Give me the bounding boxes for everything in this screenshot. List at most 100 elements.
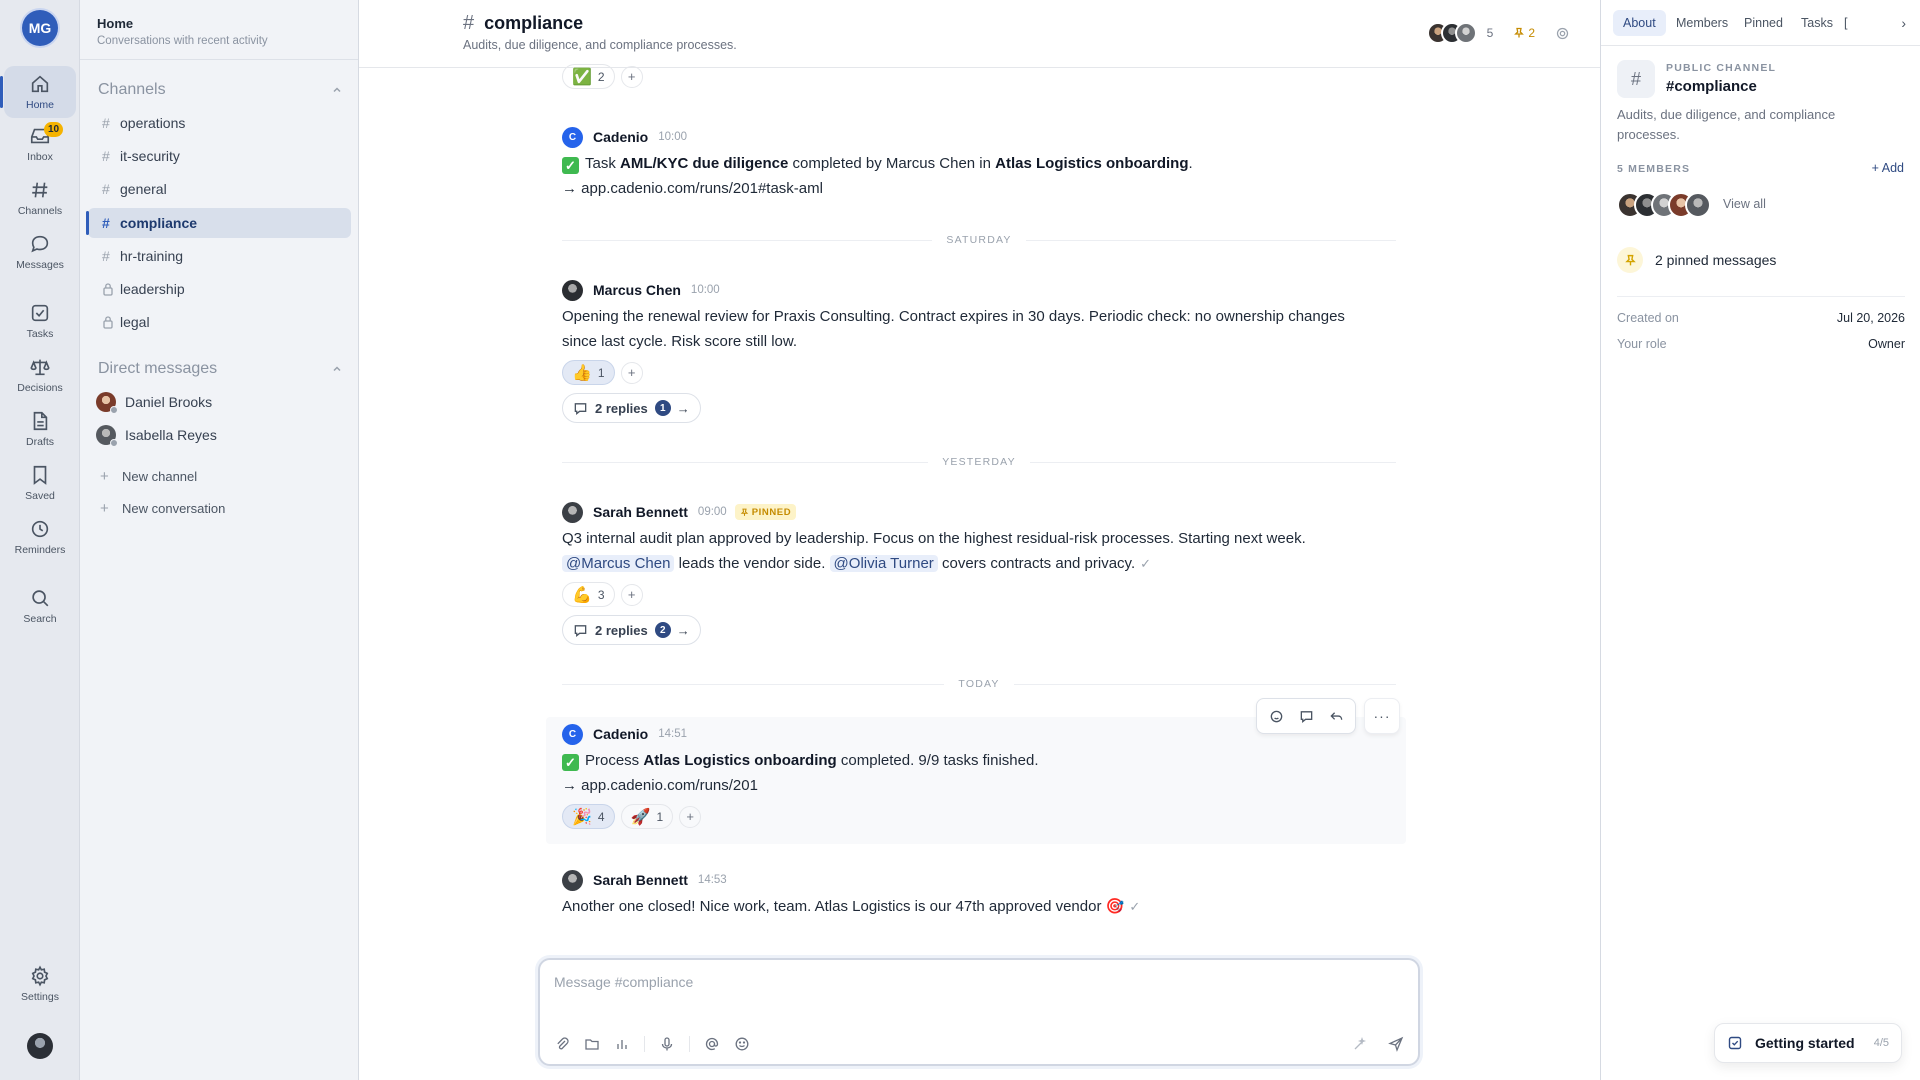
channel-about-description: Audits, due diligence, and compliance pr…: [1617, 107, 1836, 142]
member-avatars[interactable]: [1426, 22, 1477, 44]
reply-action[interactable]: [1321, 702, 1351, 730]
message-author[interactable]: Marcus Chen: [593, 282, 681, 298]
view-all-members-link[interactable]: View all: [1723, 197, 1766, 211]
read-check-icon: ✓: [1140, 556, 1152, 571]
mention-at-icon[interactable]: [704, 1036, 720, 1052]
microphone-icon[interactable]: [659, 1036, 675, 1052]
emoji-icon[interactable]: [734, 1036, 750, 1052]
tab-members[interactable]: Members: [1666, 10, 1738, 36]
presence-dot: [110, 406, 118, 414]
unread-replies-count: 1: [654, 400, 671, 416]
mention-marcus-chen[interactable]: @Marcus Chen: [562, 555, 675, 572]
pinned-count-button[interactable]: 2: [1513, 26, 1535, 40]
rail-tasks[interactable]: Tasks: [4, 295, 76, 347]
dm-section-header[interactable]: Direct messages: [98, 360, 343, 378]
message-composer[interactable]: Message #compliance: [538, 958, 1420, 1066]
sidebar-item-operations[interactable]: # operations: [88, 108, 351, 138]
send-icon[interactable]: [1388, 1036, 1404, 1052]
rail-channels-label: Channels: [17, 205, 63, 217]
rail-search[interactable]: Search: [4, 580, 76, 632]
chat-bubble-icon: [31, 235, 49, 253]
reaction-party[interactable]: 🎉 4: [562, 804, 615, 829]
magic-wand-icon[interactable]: [1352, 1036, 1368, 1052]
getting-started-widget[interactable]: Getting started 4/5: [1714, 1023, 1902, 1063]
current-user-avatar[interactable]: [27, 1033, 53, 1059]
add-reaction-button[interactable]: +: [620, 583, 643, 606]
new-conversation-label: New conversation: [122, 501, 226, 516]
bar-chart-icon[interactable]: [614, 1036, 630, 1052]
folder-icon[interactable]: [584, 1036, 600, 1052]
checklist-icon: [1728, 1036, 1742, 1050]
more-actions-button[interactable]: ···: [1364, 698, 1400, 734]
rail-home-label: Home: [25, 99, 54, 111]
sidebar-item-hr-training[interactable]: # hr-training: [88, 241, 351, 271]
message-author[interactable]: Cadenio: [593, 129, 648, 145]
channel-name: it-security: [120, 148, 180, 164]
rail-inbox[interactable]: 10 Inbox: [4, 118, 76, 170]
rail-messages-label: Messages: [16, 259, 64, 271]
chevron-up-icon[interactable]: [331, 84, 343, 96]
settings-gear-icon[interactable]: [1555, 26, 1570, 41]
mention-olivia-turner[interactable]: @Olivia Turner: [829, 555, 938, 572]
new-channel-button[interactable]: + New channel: [100, 468, 197, 485]
member-avatars[interactable]: [1617, 192, 1711, 218]
sidebar-item-it-security[interactable]: # it-security: [88, 141, 351, 171]
add-reaction-button[interactable]: +: [620, 65, 643, 88]
thread-replies-button[interactable]: 2 replies 2 →: [562, 615, 701, 645]
workspace-avatar[interactable]: MG: [22, 10, 58, 46]
composer-input[interactable]: Message #compliance: [554, 974, 693, 990]
channels-section-header[interactable]: Channels: [98, 81, 343, 99]
rail-messages[interactable]: Messages: [4, 226, 76, 278]
rail-reminders[interactable]: Reminders: [4, 511, 76, 563]
tab-about[interactable]: About: [1613, 10, 1666, 36]
add-member-button[interactable]: + Add: [1872, 161, 1904, 175]
dm-item-isabella-reyes[interactable]: Isabella Reyes: [96, 425, 217, 447]
chevron-up-icon[interactable]: [331, 363, 343, 375]
channel-sidebar: Home Conversations with recent activity …: [80, 0, 359, 1080]
channel-description: Audits, due diligence, and compliance pr…: [463, 38, 737, 52]
sidebar-item-compliance[interactable]: # compliance: [86, 208, 351, 238]
rail-settings[interactable]: Settings: [4, 958, 76, 1010]
pinned-messages-label: 2 pinned messages: [1655, 252, 1777, 268]
reaction-rocket[interactable]: 🚀 1: [620, 804, 674, 829]
tab-truncated[interactable]: [: [1834, 10, 1857, 36]
rail-decisions[interactable]: Decisions: [4, 349, 76, 401]
tab-pinned[interactable]: Pinned: [1734, 10, 1793, 36]
previous-message-reactions: ✅ 2 +: [562, 64, 1402, 89]
add-reaction-button[interactable]: +: [679, 805, 702, 828]
pinned-messages-link[interactable]: 2 pinned messages: [1617, 247, 1776, 273]
dm-item-daniel-brooks[interactable]: Daniel Brooks: [96, 392, 212, 414]
reaction-check[interactable]: ✅ 2: [562, 64, 615, 89]
sidebar-item-legal[interactable]: legal: [88, 307, 351, 337]
member-count[interactable]: 5: [1487, 26, 1494, 40]
message-author[interactable]: Cadenio: [593, 726, 648, 742]
reaction-muscle[interactable]: 💪 3: [562, 582, 615, 607]
add-reaction-button[interactable]: +: [620, 361, 643, 384]
message-author[interactable]: Sarah Bennett: [593, 504, 688, 520]
rail-saved[interactable]: Saved: [4, 457, 76, 509]
rail-channels[interactable]: Channels: [4, 172, 76, 224]
chat-bubble-icon: [1300, 710, 1312, 723]
sidebar-item-general[interactable]: # general: [88, 174, 351, 204]
thread-replies-button[interactable]: 2 replies 1 →: [562, 393, 701, 423]
chevron-right-icon[interactable]: ›: [1901, 15, 1906, 31]
reply-in-thread-action[interactable]: [1291, 702, 1321, 730]
your-role-label: Your role: [1617, 337, 1667, 351]
message-link[interactable]: → app.cadenio.com/runs/201: [562, 773, 1402, 798]
task-check-icon: [31, 304, 49, 322]
paperclip-icon[interactable]: [554, 1036, 570, 1052]
message-link[interactable]: → app.cadenio.com/runs/201#task-aml: [562, 176, 1402, 201]
reaction-thumbs-up[interactable]: 👍 1: [562, 360, 615, 385]
message-author[interactable]: Sarah Bennett: [593, 872, 688, 888]
header-actions: 5 2: [1426, 22, 1570, 44]
rail-drafts[interactable]: Drafts: [4, 403, 76, 455]
sidebar-item-leadership[interactable]: leadership: [88, 274, 351, 304]
rail-home[interactable]: Home: [0, 66, 76, 118]
new-channel-label: New channel: [122, 469, 198, 484]
bot-avatar: C: [562, 723, 583, 745]
members-heading: 5 MEMBERS: [1617, 163, 1691, 175]
composer-send-area: [1332, 1036, 1404, 1052]
new-conversation-button[interactable]: + New conversation: [100, 500, 225, 517]
add-reaction-action[interactable]: [1261, 702, 1291, 730]
rail-tasks-label: Tasks: [26, 328, 54, 340]
